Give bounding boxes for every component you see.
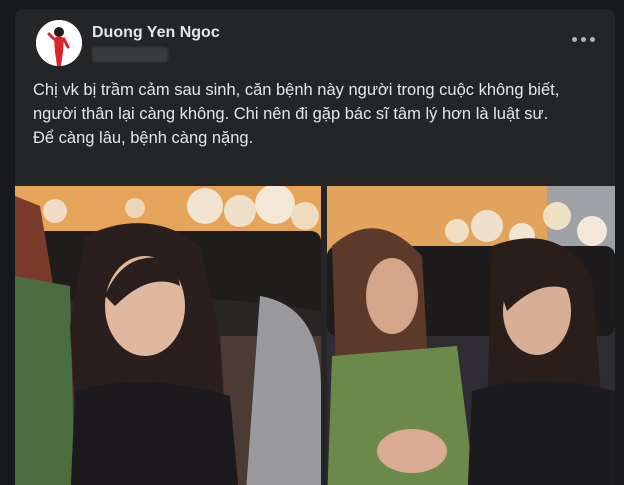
post-text-paragraph-1: Chị vk bị trầm cảm sau sinh, căn bệnh nà… bbox=[33, 81, 564, 123]
post-photo-2[interactable] bbox=[327, 186, 615, 485]
post-media bbox=[15, 186, 615, 485]
post-card: Duong Yen Ngoc Chị vk bị trầm cảm sau si… bbox=[15, 9, 615, 485]
post-meta-redacted bbox=[92, 47, 168, 62]
post-text: Chị vk bị trầm cảm sau sinh, căn bệnh nà… bbox=[33, 78, 603, 150]
more-options-button[interactable] bbox=[571, 33, 595, 45]
more-horizontal-icon bbox=[571, 36, 577, 42]
post-text-paragraph-2: Để càng lâu, bệnh càng nặng. bbox=[33, 129, 254, 147]
post-photo-1[interactable] bbox=[15, 186, 321, 485]
author-name[interactable]: Duong Yen Ngoc bbox=[92, 24, 220, 42]
author-avatar[interactable] bbox=[36, 20, 82, 66]
